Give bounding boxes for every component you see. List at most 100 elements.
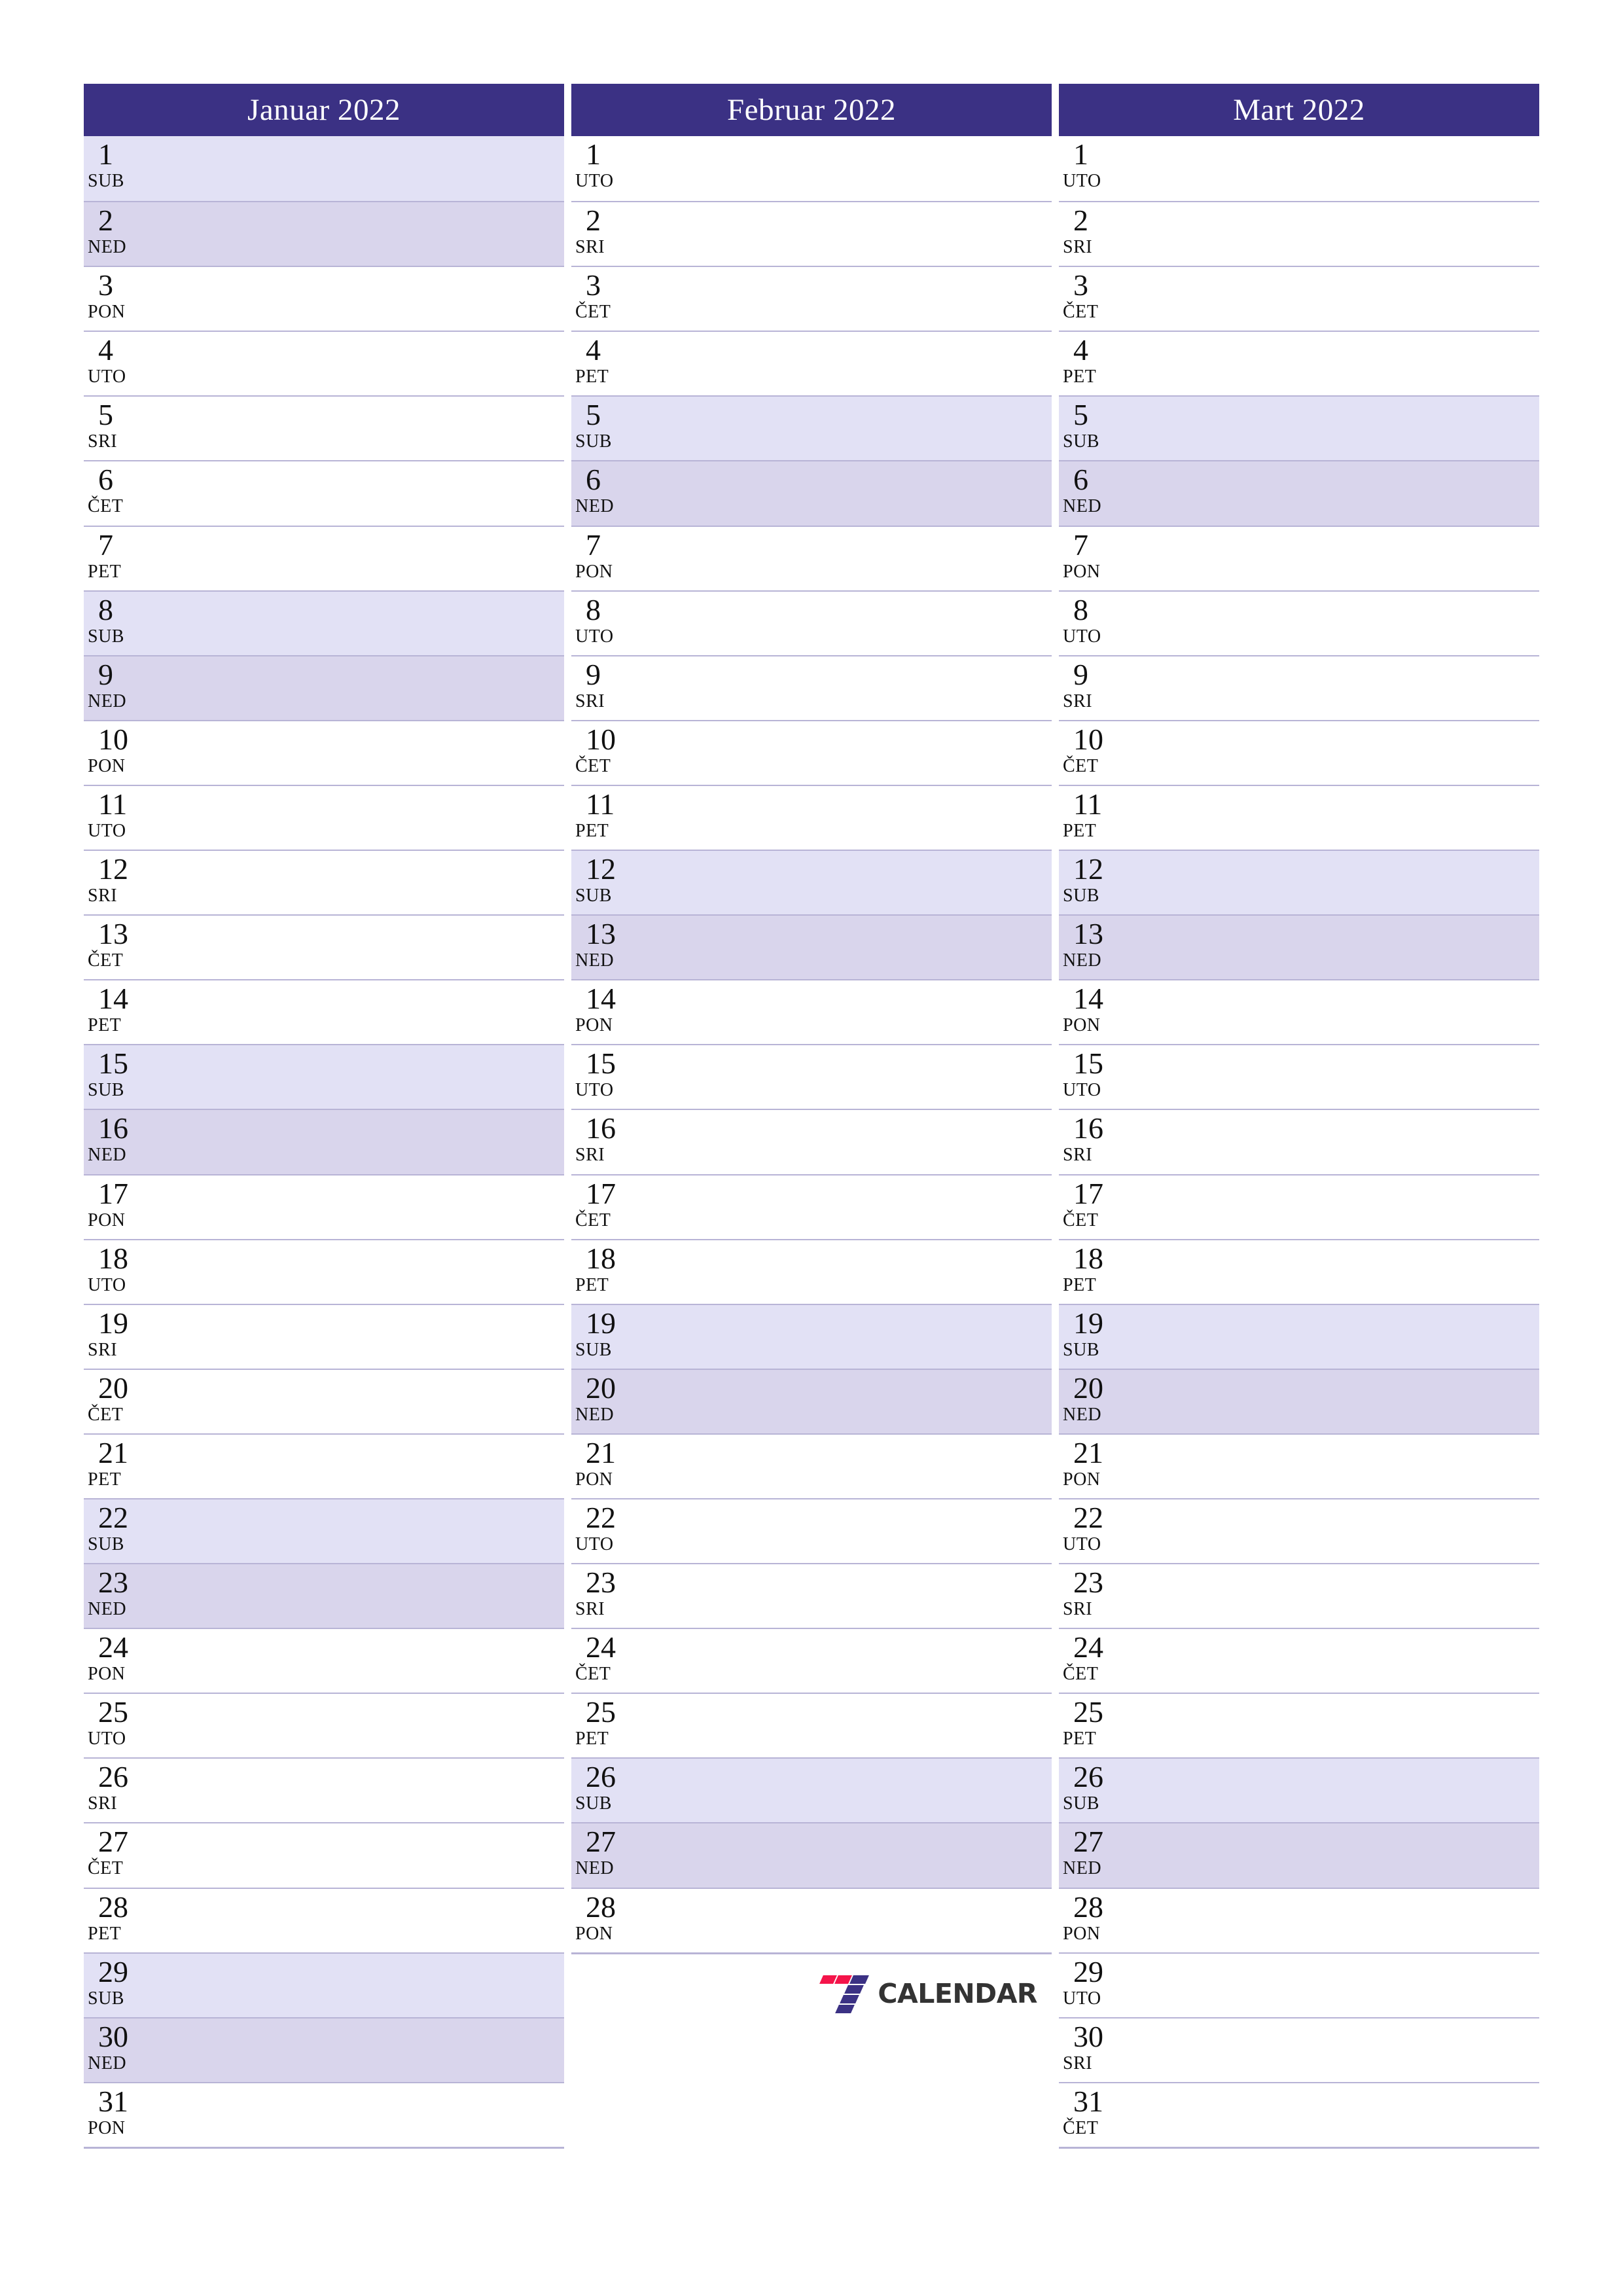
day-row[interactable]: 4 PET (1059, 331, 1539, 396)
day-row[interactable]: 31 PON (84, 2081, 564, 2147)
day-row[interactable]: 17 ČET (571, 1174, 1052, 1239)
day-row[interactable]: 8 UTO (571, 590, 1052, 655)
day-row[interactable]: 28 PON (1059, 1887, 1539, 1952)
day-row[interactable]: 21 PET (84, 1433, 564, 1498)
day-row[interactable]: 9 NED (84, 655, 564, 720)
day-row[interactable]: 10 PON (84, 719, 564, 785)
day-row[interactable]: 12 SUB (1059, 850, 1539, 915)
day-row[interactable]: 23 SRI (1059, 1563, 1539, 1628)
day-row[interactable]: 20 NED (1059, 1368, 1539, 1433)
day-row[interactable]: 26 SUB (1059, 1757, 1539, 1823)
day-row[interactable]: 7 PON (571, 525, 1052, 590)
day-number: 21 (586, 1435, 616, 1469)
day-row[interactable]: 13 NED (1059, 914, 1539, 980)
day-row[interactable]: 9 SRI (571, 655, 1052, 720)
day-row[interactable]: 4 PET (571, 331, 1052, 396)
day-row[interactable]: 22 UTO (571, 1498, 1052, 1564)
day-row[interactable]: 21 PON (571, 1433, 1052, 1498)
day-row[interactable]: 22 SUB (84, 1498, 564, 1564)
day-row[interactable]: 21 PON (1059, 1433, 1539, 1498)
day-row[interactable]: 3 ČET (571, 266, 1052, 331)
day-row[interactable]: 11 PET (1059, 784, 1539, 850)
day-row[interactable]: 10 ČET (1059, 719, 1539, 785)
day-row[interactable]: 26 SRI (84, 1757, 564, 1823)
day-row[interactable]: 24 ČET (1059, 1628, 1539, 1693)
day-row[interactable]: 8 UTO (1059, 590, 1539, 655)
day-weekday-abbr: UTO (1063, 171, 1101, 191)
day-row[interactable]: 5 SUB (1059, 395, 1539, 461)
day-row[interactable]: 27 NED (1059, 1822, 1539, 1888)
day-row[interactable]: 13 NED (571, 914, 1052, 980)
day-row[interactable]: 5 SUB (571, 395, 1052, 461)
day-row[interactable]: 14 PON (571, 979, 1052, 1045)
day-row[interactable]: 8 SUB (84, 590, 564, 655)
day-row[interactable]: 12 SRI (84, 850, 564, 915)
day-row[interactable]: 18 PET (571, 1238, 1052, 1304)
day-row[interactable]: 6 NED (571, 460, 1052, 526)
day-row[interactable]: 25 PET (1059, 1693, 1539, 1758)
day-row[interactable]: 7 PON (1059, 525, 1539, 590)
day-row[interactable]: 13 ČET (84, 914, 564, 980)
day-weekday-abbr: SUB (88, 626, 124, 647)
day-row[interactable]: 23 SRI (571, 1563, 1052, 1628)
day-row[interactable]: 18 UTO (84, 1238, 564, 1304)
day-row[interactable]: 1 SUB (84, 136, 564, 202)
day-row[interactable]: 19 SRI (84, 1303, 564, 1369)
day-row[interactable]: 1 UTO (571, 136, 1052, 202)
day-row[interactable]: 28 PON (571, 1887, 1052, 1952)
day-row[interactable]: 19 SUB (1059, 1303, 1539, 1369)
day-row[interactable]: 25 PET (571, 1693, 1052, 1758)
day-row[interactable]: 24 PON (84, 1628, 564, 1693)
day-weekday-abbr: PET (1063, 367, 1097, 387)
day-row[interactable]: 15 UTO (571, 1044, 1052, 1109)
day-weekday-abbr: SRI (575, 1145, 605, 1166)
day-row[interactable]: 4 UTO (84, 331, 564, 396)
day-row[interactable]: 31 ČET (1059, 2081, 1539, 2147)
day-row[interactable]: 30 SRI (1059, 2017, 1539, 2082)
day-number: 6 (586, 463, 601, 497)
day-weekday-abbr: UTO (1063, 1080, 1101, 1101)
day-row[interactable]: 17 ČET (1059, 1174, 1539, 1239)
day-row[interactable]: 16 NED (84, 1109, 564, 1174)
day-row[interactable]: 20 ČET (84, 1368, 564, 1433)
day-row[interactable]: 14 PET (84, 979, 564, 1045)
day-row[interactable]: 19 SUB (571, 1303, 1052, 1369)
day-row[interactable]: 24 ČET (571, 1628, 1052, 1693)
day-row[interactable]: 22 UTO (1059, 1498, 1539, 1564)
day-row[interactable]: 9 SRI (1059, 655, 1539, 720)
day-row[interactable]: 14 PON (1059, 979, 1539, 1045)
day-row[interactable]: 29 SUB (84, 1952, 564, 2017)
day-row[interactable]: 2 SRI (1059, 201, 1539, 266)
day-row[interactable]: 23 NED (84, 1563, 564, 1628)
day-row[interactable]: 6 NED (1059, 460, 1539, 526)
day-row[interactable]: 2 NED (84, 201, 564, 266)
day-row[interactable]: 2 SRI (571, 201, 1052, 266)
day-row[interactable]: 26 SUB (571, 1757, 1052, 1823)
day-row[interactable]: 29 UTO (1059, 1952, 1539, 2017)
day-number: 17 (1073, 1176, 1103, 1210)
day-row[interactable]: 16 SRI (571, 1109, 1052, 1174)
day-row[interactable]: 27 NED (571, 1822, 1052, 1888)
day-row[interactable]: 30 NED (84, 2017, 564, 2082)
day-row[interactable]: 3 ČET (1059, 266, 1539, 331)
day-row[interactable]: 15 SUB (84, 1044, 564, 1109)
day-row[interactable]: 11 PET (571, 784, 1052, 850)
day-row[interactable]: 18 PET (1059, 1238, 1539, 1304)
day-row[interactable]: 6 ČET (84, 460, 564, 526)
day-row[interactable]: 5 SRI (84, 395, 564, 461)
day-row[interactable]: 15 UTO (1059, 1044, 1539, 1109)
day-row[interactable]: 25 UTO (84, 1693, 564, 1758)
day-row[interactable]: 16 SRI (1059, 1109, 1539, 1174)
day-row[interactable]: 17 PON (84, 1174, 564, 1239)
day-row[interactable]: 1 UTO (1059, 136, 1539, 202)
day-row[interactable]: 12 SUB (571, 850, 1052, 915)
day-row[interactable]: 3 PON (84, 266, 564, 331)
day-row[interactable]: 11 UTO (84, 784, 564, 850)
day-row[interactable]: 10 ČET (571, 719, 1052, 785)
day-number: 20 (586, 1371, 616, 1405)
day-row[interactable]: 7 PET (84, 525, 564, 590)
day-row[interactable]: 20 NED (571, 1368, 1052, 1433)
day-row[interactable]: 28 PET (84, 1887, 564, 1952)
day-row[interactable]: 27 ČET (84, 1822, 564, 1888)
day-number: 4 (98, 333, 113, 367)
